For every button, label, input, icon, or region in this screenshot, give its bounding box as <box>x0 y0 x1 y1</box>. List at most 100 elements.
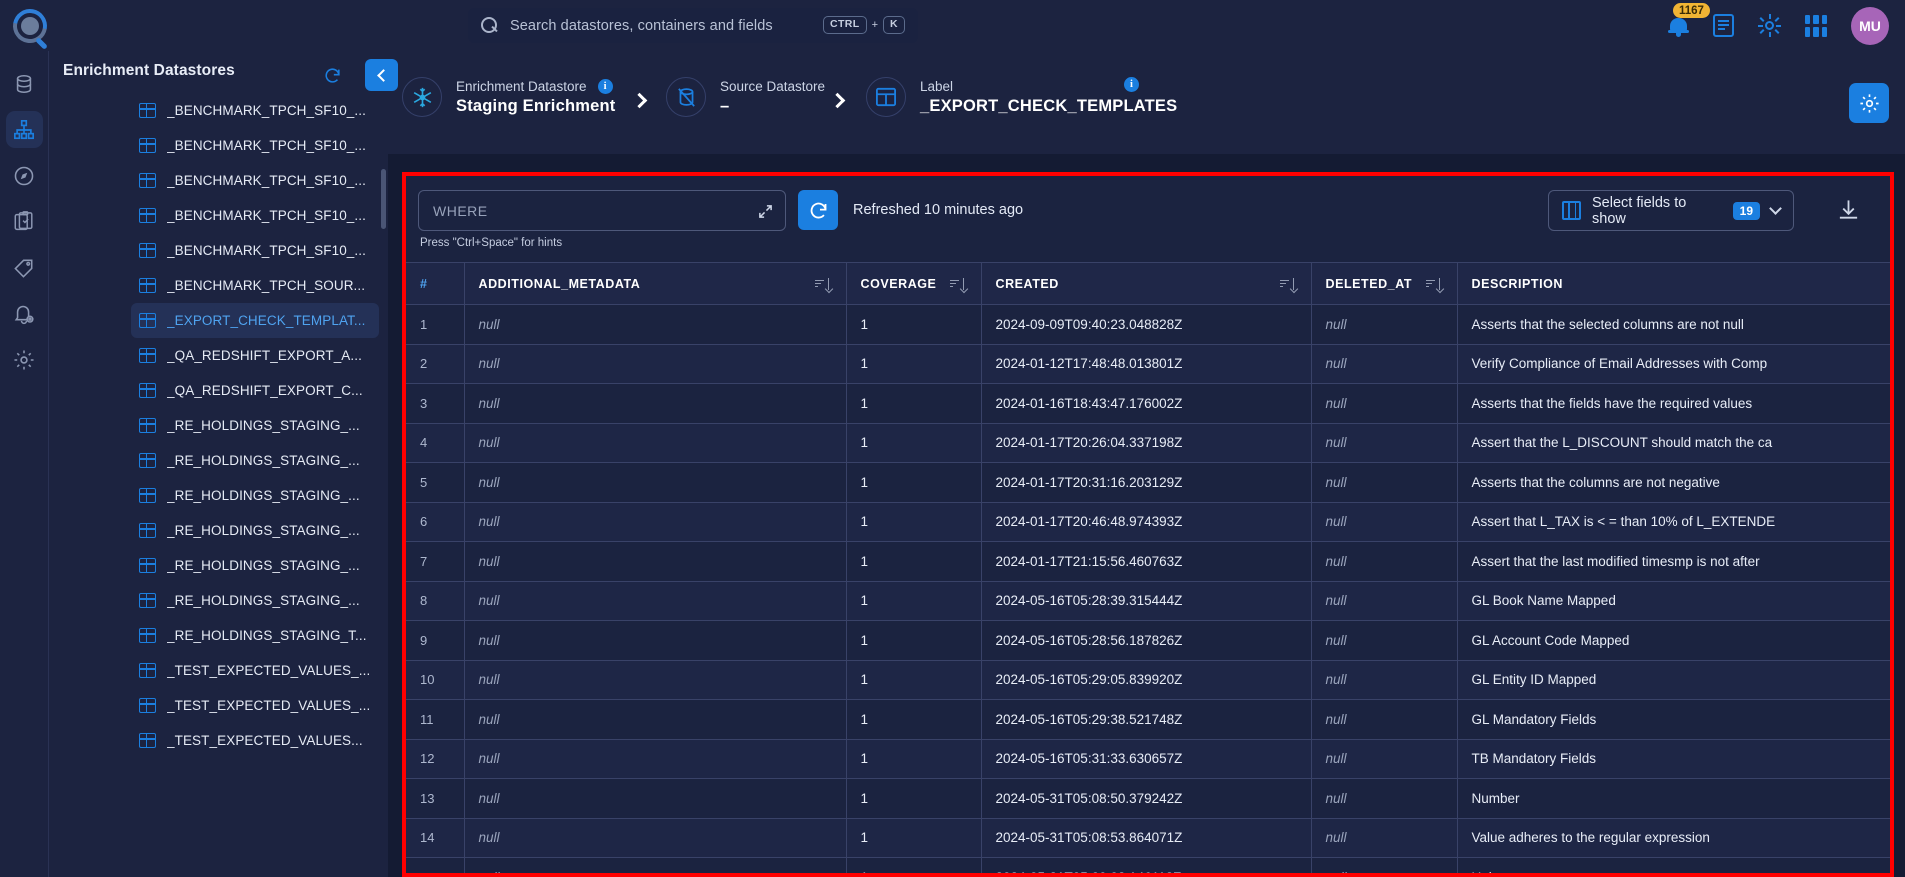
left-nav-rail <box>0 51 48 877</box>
table-row[interactable]: 2 null 1 2024-01-12T17:48:48.013801Z null Ver… <box>406 344 1890 384</box>
table-row[interactable]: 7 null 1 2024-01-17T21:15:56.460763Z null Ass… <box>406 541 1890 582</box>
table-row[interactable]: 10 null 1 2024-05-16T05:29:05.839920Z null GL… <box>406 660 1890 700</box>
sidebar-item-enrichment[interactable] <box>5 111 43 148</box>
list-item[interactable]: _QA_REDSHIFT_EXPORT_C... <box>131 373 379 408</box>
table-icon <box>139 173 156 188</box>
refresh-records-button[interactable] <box>798 190 838 230</box>
info-icon[interactable]: i <box>1124 77 1139 92</box>
table-row[interactable]: 5 null 1 2024-01-17T20:31:16.203129Z null Ass… <box>406 462 1890 503</box>
list-item[interactable]: _BENCHMARK_TPCH_SOUR... <box>131 268 379 303</box>
list-item[interactable]: _RE_HOLDINGS_STAGING_... <box>131 583 379 618</box>
sidebar-item-settings[interactable] <box>6 341 43 378</box>
column-header-deleted_at[interactable]: DELETED_AT <box>1311 262 1458 305</box>
table-row[interactable]: 8 null 1 2024-05-16T05:28:39.315444Z null GL … <box>406 581 1890 621</box>
global-search-input[interactable]: Search datastores, containers and fields… <box>468 8 918 43</box>
tag-icon <box>14 259 33 278</box>
sidebar-item-datastores[interactable] <box>6 65 43 102</box>
column-header-created[interactable]: CREATED <box>981 262 1312 305</box>
cell-description: GL Mandatory Fields <box>1457 699 1890 740</box>
apps-grid-button[interactable] <box>1805 14 1827 37</box>
info-icon[interactable]: i <box>597 78 613 94</box>
sidebar-item-notifications[interactable] <box>6 295 43 332</box>
cell-additional_metadata: null <box>464 541 847 582</box>
list-item[interactable]: _RE_HOLDINGS_STAGING_... <box>131 513 379 548</box>
list-item[interactable]: _EXPORT_CHECK_TEMPLAT... <box>131 303 379 338</box>
cell-coverage: 1 <box>846 304 982 345</box>
sort-icon[interactable] <box>1279 277 1297 290</box>
gear-icon <box>14 349 34 370</box>
breadcrumb-item-source-datastore[interactable]: Source Datastore – <box>666 77 825 117</box>
sort-icon[interactable] <box>949 277 967 290</box>
cell-deleted_at: null <box>1311 818 1458 858</box>
list-item[interactable]: _RE_HOLDINGS_STAGING_T... <box>131 618 379 653</box>
list-item[interactable]: _RE_HOLDINGS_STAGING_... <box>131 548 379 583</box>
list-item[interactable]: _TEST_EXPECTED_VALUES... <box>131 723 379 758</box>
cell-coverage: 1 <box>846 541 982 582</box>
notifications-button[interactable]: 1167 <box>1668 3 1710 37</box>
select-fields-dropdown[interactable]: Select fields to show 19 <box>1548 190 1794 231</box>
cell-deleted_at: null <box>1311 304 1458 345</box>
list-item[interactable]: _BENCHMARK_TPCH_SF10_... <box>131 163 379 198</box>
column-header-num[interactable]: # <box>406 262 465 305</box>
table-row[interactable]: 3 null 1 2024-01-16T18:43:47.176002Z null Ass… <box>406 383 1890 424</box>
editor-hint: Press "Ctrl+Space" for hints <box>420 237 563 249</box>
table-row[interactable]: 6 null 1 2024-01-17T20:46:48.974393Z null Ass… <box>406 502 1890 542</box>
breadcrumb-item-enrichment-datastore[interactable]: Enrichment Datastore i Staging Enrichmen… <box>402 77 615 117</box>
app-logo[interactable] <box>0 1 60 50</box>
column-header-label: DELETED_AT <box>1325 276 1413 291</box>
list-item[interactable]: _RE_HOLDINGS_STAGING_... <box>131 443 379 478</box>
list-item[interactable]: _BENCHMARK_TPCH_SF10_... <box>131 128 379 163</box>
cell-created: 2024-01-17T20:26:04.337198Z <box>981 423 1312 463</box>
download-button[interactable] <box>1837 198 1860 223</box>
column-header-description[interactable]: DESCRIPTION <box>1457 262 1890 305</box>
settings-button[interactable] <box>1849 83 1889 123</box>
list-item[interactable]: _BENCHMARK_TPCH_SF10_... <box>131 93 379 128</box>
breadcrumb-kind: Enrichment Datastore <box>456 78 587 94</box>
theme-toggle-button[interactable] <box>1758 14 1781 37</box>
table-icon <box>139 488 156 503</box>
cell-created: 2024-05-16T05:29:05.839920Z <box>981 660 1312 700</box>
kbd-ctrl: CTRL <box>822 16 867 34</box>
list-item[interactable]: _QA_REDSHIFT_EXPORT_A... <box>131 338 379 373</box>
table-row[interactable]: 15null12024-05-31T05:09:02.146112ZnullUn… <box>406 857 1890 873</box>
column-header-additional_metadata[interactable]: ADDITIONAL_METADATA <box>464 262 847 305</box>
table-row[interactable]: 9 null 1 2024-05-16T05:28:56.187826Z null GL … <box>406 620 1890 661</box>
cell-coverage: 1 <box>846 423 982 463</box>
table-row[interactable]: 13 null 1 2024-05-31T05:08:50.379242Z null Nu… <box>406 778 1890 819</box>
records-table-container[interactable]: # ADDITIONAL_METADATA COVERAGE CREATED DELET… <box>406 262 1890 873</box>
list-item[interactable]: _BENCHMARK_TPCH_SF10_... <box>131 233 379 268</box>
sidebar-scrollbar[interactable] <box>381 169 386 229</box>
selected-fields-count: 19 <box>1732 201 1760 220</box>
sidebar-item-tags[interactable] <box>6 249 43 286</box>
table-icon <box>139 558 156 573</box>
cell-additional_metadata: null <box>464 818 847 858</box>
collapse-sidebar-button[interactable] <box>365 59 398 91</box>
table-row[interactable]: 14 null 1 2024-05-31T05:08:53.864071Z null Va… <box>406 818 1890 858</box>
sidebar-item-explore[interactable] <box>6 157 43 194</box>
table-icon <box>139 313 156 328</box>
list-item[interactable]: _RE_HOLDINGS_STAGING_... <box>131 478 379 513</box>
sort-icon[interactable] <box>1425 277 1443 290</box>
list-item[interactable]: _TEST_EXPECTED_VALUES_... <box>131 653 379 688</box>
table-row[interactable]: 1 null 1 2024-09-09T09:40:23.048828Z null Ass… <box>406 304 1890 345</box>
table-row[interactable]: 11 null 1 2024-05-16T05:29:38.521748Z null GL… <box>406 699 1890 740</box>
column-header-coverage[interactable]: COVERAGE <box>846 262 982 305</box>
sort-icon[interactable] <box>814 277 832 290</box>
list-item[interactable]: _TEST_EXPECTED_VALUES_... <box>131 688 379 723</box>
table-row[interactable]: 12 null 1 2024-05-16T05:31:33.630657Z null TB… <box>406 739 1890 779</box>
list-item-label: _RE_HOLDINGS_STAGING_... <box>167 523 360 538</box>
refresh-datastores-button[interactable] <box>320 63 344 87</box>
cell-additional_metadata: null <box>464 502 847 542</box>
table-row[interactable]: 4 null 1 2024-01-17T20:26:04.337198Z null Ass… <box>406 423 1890 463</box>
sidebar-item-checks[interactable] <box>6 203 43 240</box>
where-filter-input[interactable]: WHERE <box>418 190 786 231</box>
snowflake-icon <box>402 77 442 117</box>
list-item[interactable]: _RE_HOLDINGS_STAGING_... <box>131 408 379 443</box>
datastore-list[interactable]: _BENCHMARK_TPCH_SF10_... _BENCHMARK_TPCH_… <box>49 93 389 877</box>
avatar[interactable]: MU <box>1851 6 1889 45</box>
list-item[interactable]: _BENCHMARK_TPCH_SF10_... <box>131 198 379 233</box>
cell-additional_metadata: null <box>464 423 847 463</box>
docs-button[interactable] <box>1713 14 1734 37</box>
chevron-down-icon <box>1769 202 1782 215</box>
expand-editor-icon[interactable] <box>758 204 773 219</box>
